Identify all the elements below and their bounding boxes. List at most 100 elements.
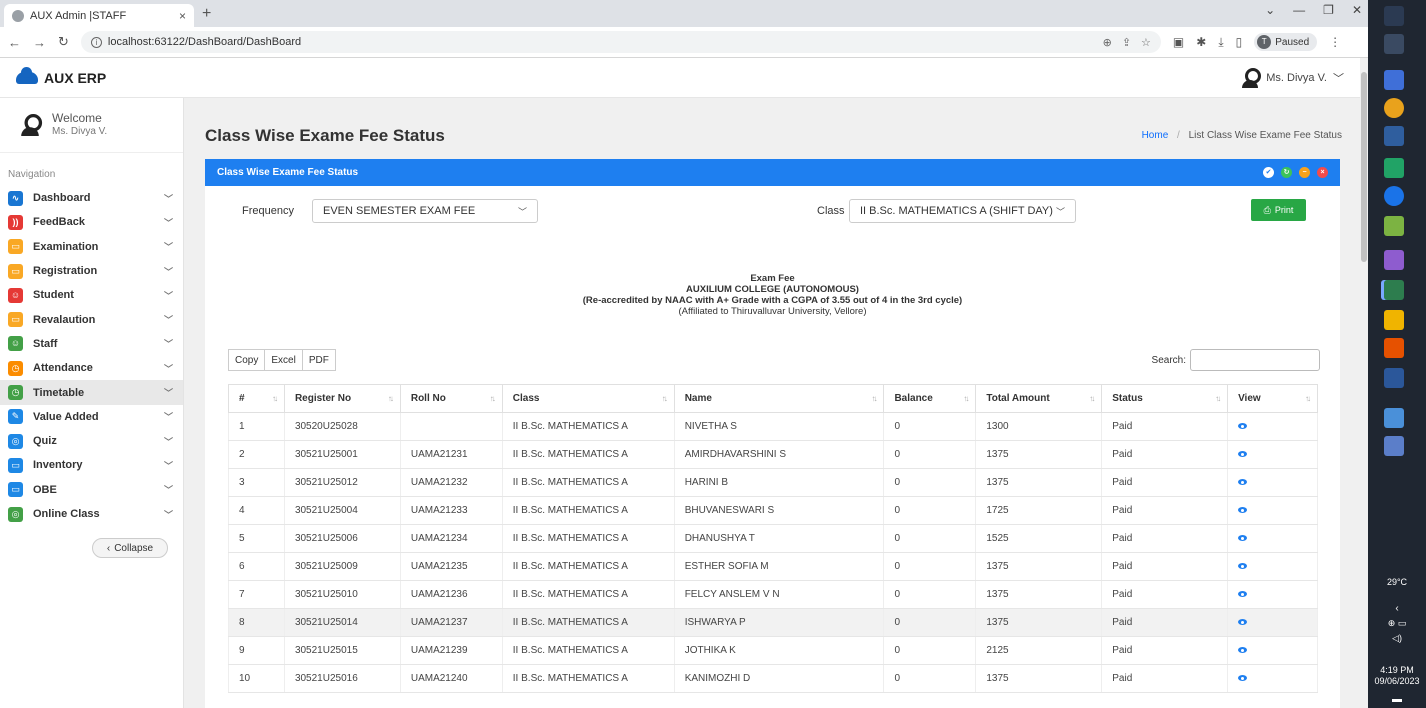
sidebar-item-revalaution[interactable]: ▭ Revalaution ﹀ xyxy=(0,307,183,331)
column-header[interactable]: Roll No ↑↓ xyxy=(399,384,503,413)
start-icon[interactable] xyxy=(1384,6,1404,26)
tray-network-icon[interactable]: ⊕ ▭ xyxy=(1368,618,1426,629)
site-info-icon[interactable]: i xyxy=(90,36,102,48)
sidebar-item-obe[interactable]: ▭ OBE ﹀ xyxy=(0,478,183,502)
tab-search-icon[interactable]: ⌄ xyxy=(1265,3,1275,17)
taskbar-app-icon[interactable] xyxy=(1384,338,1404,358)
download-icon[interactable]: ⤓ xyxy=(1218,35,1223,50)
pdf-button[interactable]: PDF xyxy=(302,349,336,371)
print-button[interactable]: ⎙ Print xyxy=(1251,199,1306,221)
address-bar[interactable]: i localhost:63122/DashBoard/DashBoard ⊕ … xyxy=(80,31,1161,53)
taskbar-excel-icon[interactable] xyxy=(1384,158,1404,178)
card-close-icon[interactable]: × xyxy=(1317,167,1328,178)
taskbar-app-icon[interactable] xyxy=(1384,436,1404,456)
taskbar-app-icon[interactable] xyxy=(1384,216,1404,236)
sidebar-item-inventory[interactable]: ▭ Inventory ﹀ xyxy=(0,453,183,477)
window-close-icon[interactable]: ✕ xyxy=(1352,3,1362,17)
share-icon[interactable]: ⇪ xyxy=(1122,36,1131,49)
frequency-select[interactable]: EVEN SEMESTER EXAM FEE ﹀ xyxy=(312,199,538,223)
eye-icon[interactable] xyxy=(1238,423,1248,429)
sidebar-item-quiz[interactable]: ◎ Quiz ﹀ xyxy=(0,429,183,453)
sidebar-item-student[interactable]: ☺ Student ﹀ xyxy=(0,283,183,307)
back-icon[interactable]: ← xyxy=(8,35,21,50)
sidebar-item-attendance[interactable]: ◷ Attendance ﹀ xyxy=(0,356,183,380)
side-panel-icon[interactable]: ▯ xyxy=(1236,35,1243,49)
chevron-down-icon: ﹀ xyxy=(163,217,173,228)
column-header[interactable]: # ↑↓ xyxy=(228,384,285,413)
eye-icon[interactable] xyxy=(1238,647,1248,653)
app-logo[interactable]: AUX ERP xyxy=(16,66,106,86)
forward-icon[interactable]: → xyxy=(33,35,46,50)
taskbar-app-icon[interactable] xyxy=(1384,126,1404,146)
tray-chevron-icon[interactable]: ‹ xyxy=(1368,603,1426,614)
browser-menu-icon[interactable]: ⋮ xyxy=(1329,35,1341,49)
search-input[interactable] xyxy=(1190,349,1320,371)
column-header[interactable]: Status ↑↓ xyxy=(1101,384,1229,413)
taskbar-word-icon[interactable] xyxy=(1384,368,1404,388)
weather-temperature[interactable]: 29°C xyxy=(1368,577,1426,588)
column-header[interactable]: Register No ↑↓ xyxy=(283,384,401,413)
column-header[interactable]: Name ↑↓ xyxy=(673,384,885,413)
browser-tab[interactable]: AUX Admin |STAFF × xyxy=(4,4,194,27)
sidebar-item-online-class[interactable]: ◎ Online Class ﹀ xyxy=(0,502,183,526)
eye-icon[interactable] xyxy=(1238,535,1248,541)
column-header[interactable]: Balance ↑↓ xyxy=(883,384,977,413)
taskbar-chrome-icon[interactable] xyxy=(1384,98,1404,118)
eye-icon[interactable] xyxy=(1238,619,1248,625)
eye-icon[interactable] xyxy=(1238,675,1248,681)
bookmark-star-icon[interactable]: ☆ xyxy=(1141,36,1151,49)
table-row: 4 30521U25004 UAMA21233 II B.Sc. MATHEMATIC… xyxy=(228,496,1318,525)
eye-icon[interactable] xyxy=(1238,591,1248,597)
sidebar-item-registration[interactable]: ▭ Registration ﹀ xyxy=(0,259,183,283)
eye-icon[interactable] xyxy=(1238,479,1248,485)
card-check-icon[interactable]: ✔ xyxy=(1263,167,1274,178)
eye-icon[interactable] xyxy=(1238,507,1248,513)
minimize-icon[interactable]: — xyxy=(1293,3,1305,17)
collapse-button[interactable]: ‹ Collapse xyxy=(92,538,168,559)
column-header[interactable]: View ↑↓ xyxy=(1227,384,1318,413)
class-select[interactable]: II B.Sc. MATHEMATICS A (SHIFT DAY) ﹀ xyxy=(849,199,1076,223)
profile-button[interactable]: T Paused xyxy=(1254,33,1318,51)
card-refresh-icon[interactable]: ↻ xyxy=(1281,167,1292,178)
taskbar-app-icon[interactable] xyxy=(1384,408,1404,428)
copy-button[interactable]: Copy xyxy=(228,349,266,371)
sidebar-item-dashboard[interactable]: ∿ Dashboard ﹀ xyxy=(0,186,183,210)
breadcrumb-current: List Class Wise Exame Fee Status xyxy=(1188,130,1342,141)
tab-close-icon[interactable]: × xyxy=(179,9,186,23)
taskbar-app-icon[interactable] xyxy=(1384,70,1404,90)
sidebar-item-value-added[interactable]: ✎ Value Added ﹀ xyxy=(0,405,183,429)
eye-icon[interactable] xyxy=(1238,563,1248,569)
search-icon[interactable] xyxy=(1384,34,1404,54)
card-minimize-icon[interactable]: − xyxy=(1299,167,1310,178)
taskbar-app-icon[interactable] xyxy=(1384,186,1404,206)
taskbar-chrome-active-icon[interactable] xyxy=(1384,280,1404,300)
restore-icon[interactable]: ❐ xyxy=(1323,3,1334,17)
taskbar-date[interactable]: 09/06/2023 xyxy=(1368,676,1426,687)
extension-icon[interactable]: ▣ xyxy=(1173,35,1184,49)
eye-icon[interactable] xyxy=(1238,451,1248,457)
table-cell: Paid xyxy=(1101,608,1229,637)
table-cell: 1375 xyxy=(975,580,1103,609)
sidebar-item-timetable[interactable]: ◷ Timetable ﹀ xyxy=(0,380,183,405)
column-header[interactable]: Total Amount ↑↓ xyxy=(975,384,1103,413)
taskbar-vscode-icon[interactable] xyxy=(1384,250,1404,270)
tray-volume-icon[interactable]: ◁) xyxy=(1368,633,1426,644)
sidebar-item-staff[interactable]: ☺ Staff ﹀ xyxy=(0,332,183,356)
reload-icon[interactable]: ↻ xyxy=(58,34,69,50)
sidebar-item-label: Attendance xyxy=(33,362,93,375)
new-tab-button[interactable]: + xyxy=(202,5,211,23)
taskbar-time[interactable]: 4:19 PM xyxy=(1368,665,1426,676)
page-scrollbar[interactable] xyxy=(1360,58,1368,708)
taskbar-explorer-icon[interactable] xyxy=(1384,310,1404,330)
user-menu[interactable]: Ms. Divya V. ﹀ xyxy=(1240,67,1344,88)
excel-button[interactable]: Excel xyxy=(265,349,303,371)
column-header[interactable]: Class ↑↓ xyxy=(501,384,675,413)
table-cell: II B.Sc. MATHEMATICS A xyxy=(501,552,675,581)
sidebar-item-feedback[interactable]: )) FeedBack ﹀ xyxy=(0,210,183,234)
zoom-icon[interactable]: ⊕ xyxy=(1103,36,1112,49)
scrollbar-thumb[interactable] xyxy=(1361,72,1367,262)
sidebar-item-examination[interactable]: ▭ Examination ﹀ xyxy=(0,235,183,259)
notification-icon[interactable]: ▬ xyxy=(1368,694,1426,705)
extensions-puzzle-icon[interactable]: ✱ xyxy=(1196,35,1206,49)
breadcrumb-home[interactable]: Home xyxy=(1142,130,1169,141)
